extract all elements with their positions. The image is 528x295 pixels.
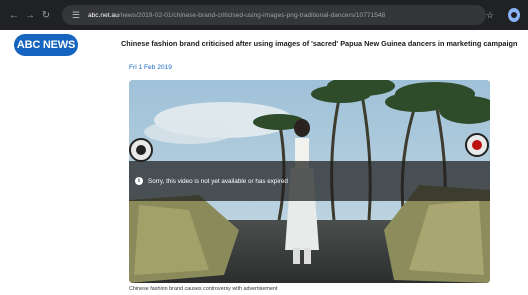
back-icon[interactable]: ←	[8, 8, 20, 22]
browser-toolbar: ← → ↻ ☰ abc.net.au/news/2019-02-01/chine…	[0, 0, 528, 30]
reload-icon[interactable]: ↻	[40, 8, 52, 22]
video-caption: Chinese fashion brand causes controversy…	[129, 286, 278, 292]
url-text[interactable]: abc.net.au/news/2019-02-01/chinese-brand…	[88, 12, 385, 19]
bookmark-star-icon[interactable]: ☆	[486, 10, 494, 21]
video-player[interactable]: i Sorry, this video is not yet available…	[129, 80, 490, 283]
video-error-overlay: i Sorry, this video is not yet available…	[129, 161, 490, 201]
article-date: Fri 1 Feb 2019	[129, 64, 172, 71]
video-error-message: Sorry, this video is not yet available o…	[148, 177, 288, 185]
url-path: /news/2019-02-01/chinese-brand-criticise…	[118, 11, 386, 19]
address-bar[interactable]: ☰ abc.net.au/news/2019-02-01/chinese-bra…	[61, 5, 486, 25]
abc-news-logo[interactable]: ABC NEWS	[14, 34, 78, 56]
logo-text: ABC NEWS	[16, 39, 76, 51]
forward-icon[interactable]: →	[24, 8, 36, 22]
profile-icon[interactable]	[508, 8, 521, 22]
info-icon: i	[135, 177, 143, 185]
article-headline: Chinese fashion brand criticised after u…	[121, 39, 518, 48]
site-header: ABC NEWS Chinese fashion brand criticise…	[0, 30, 528, 60]
url-host: abc.net.au	[87, 11, 119, 19]
site-info-icon[interactable]: ☰	[70, 9, 82, 21]
